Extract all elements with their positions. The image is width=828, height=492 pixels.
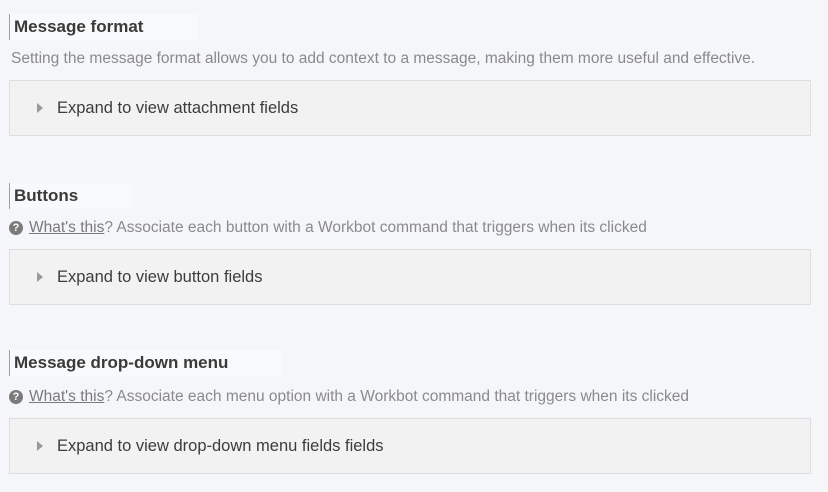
caret-right-icon <box>37 103 43 113</box>
buttons-help-line: ? What's this ? Associate each button wi… <box>9 218 647 238</box>
section-title-dropdown-menu: Message drop-down menu <box>9 350 283 376</box>
expander-label: Expand to view attachment fields <box>57 98 299 117</box>
message-format-description: Setting the message format allows you to… <box>11 50 756 67</box>
expander-label: Expand to view button fields <box>57 267 263 286</box>
caret-right-icon <box>37 441 43 451</box>
whats-this-link[interactable]: What's this <box>29 218 104 238</box>
help-text: ? Associate each button with a Workbot c… <box>104 219 647 236</box>
expander-label: Expand to view drop-down menu fields fie… <box>57 436 384 455</box>
help-text: ? Associate each menu option with a Work… <box>104 388 690 405</box>
dropdown-help-line: ? What's this ? Associate each menu opti… <box>9 387 689 407</box>
section-title-buttons: Buttons <box>9 183 133 209</box>
question-circle-icon: ? <box>9 390 23 404</box>
expand-button-fields-button[interactable]: Expand to view button fields <box>9 249 811 305</box>
section-title-message-format: Message format <box>9 14 198 40</box>
expand-attachment-fields-button[interactable]: Expand to view attachment fields <box>9 80 811 136</box>
expand-dropdown-menu-fields-button[interactable]: Expand to view drop-down menu fields fie… <box>9 418 811 474</box>
caret-right-icon <box>37 272 43 282</box>
question-circle-icon: ? <box>9 221 23 235</box>
whats-this-link[interactable]: What's this <box>29 387 104 407</box>
message-config-page: Message format Setting the message forma… <box>0 0 828 492</box>
